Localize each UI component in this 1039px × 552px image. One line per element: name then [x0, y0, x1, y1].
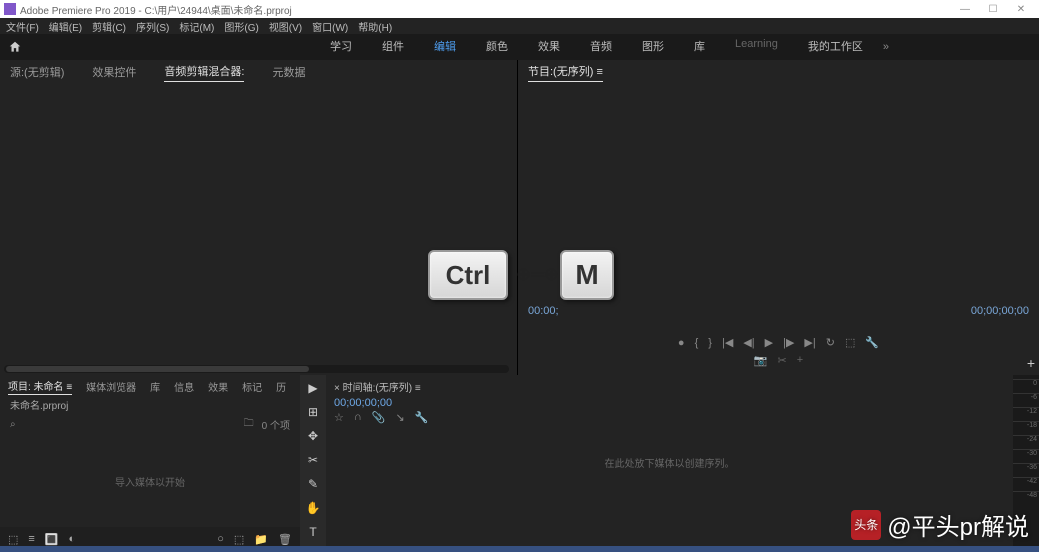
app-title: Adobe Premiere Pro 2019 - C:\用户\24944\桌面… [20, 2, 292, 17]
menu-graphics[interactable]: 图形(G) [224, 19, 258, 34]
maximize-button[interactable]: ☐ [979, 4, 1007, 15]
close-button[interactable]: ✕ [1007, 4, 1035, 15]
tab-timeline[interactable]: × 时间轴:(无序列) ≡ [334, 379, 421, 394]
step-fwd-button[interactable]: ▶| [804, 336, 815, 349]
tab-audio-mixer[interactable]: 音频剪辑混合器: [164, 63, 244, 82]
timeline-timecode[interactable]: 00;00;00;00 [326, 397, 1013, 409]
play-button[interactable]: ▶ [765, 336, 773, 349]
razor-tool-icon[interactable]: ✂ [308, 453, 318, 467]
comparison-icon[interactable]: ✂ [778, 354, 787, 367]
export-frame-icon[interactable]: 📷 [754, 354, 768, 367]
linked-selection-icon[interactable]: ∩ [354, 411, 362, 424]
find-icon[interactable]: ⬚ [234, 533, 244, 546]
source-panel: 源:(无剪辑) 效果控件 音频剪辑混合器: 元数据 [0, 60, 518, 375]
home-icon [8, 40, 22, 54]
status-bar [0, 546, 1039, 552]
tab-libraries[interactable]: 库 [150, 379, 160, 394]
workspace-bar: 学习 组件 编辑 颜色 效果 音频 图形 库 Learning 我的工作区 » [0, 34, 1039, 60]
menu-marker[interactable]: 标记(M) [179, 19, 214, 34]
marker-icon[interactable]: 📎 [372, 411, 386, 424]
mark-out-button[interactable]: { [695, 337, 699, 349]
mark-in-button[interactable]: ● [678, 337, 685, 349]
selection-tool-icon[interactable]: ▶ [308, 381, 317, 395]
window-titlebar: Adobe Premiere Pro 2019 - C:\用户\24944\桌面… [0, 0, 1039, 18]
project-panel: 项目: 未命名 ≡ 媒体浏览器 库 信息 效果 标记 历 未命名.prproj … [0, 375, 300, 551]
tab-markers[interactable]: 标记 [242, 379, 262, 394]
zoom-slider-icon[interactable]: ◐ [69, 533, 76, 545]
search-input[interactable] [24, 419, 236, 430]
go-in-button[interactable]: } [708, 337, 712, 349]
prev-frame-button[interactable]: ◀| [743, 336, 754, 349]
tab-info[interactable]: 信息 [174, 379, 194, 394]
tab-project[interactable]: 项目: 未命名 ≡ [8, 378, 72, 395]
transport-controls: ● { } |◀ ◀| ▶ |▶ ▶| ↻ ⬚ 🔧 [678, 336, 879, 349]
tab-effect-controls[interactable]: 效果控件 [92, 64, 136, 80]
search-icon: ⌕ [10, 419, 16, 430]
timeline-drop-zone[interactable]: 在此处放下媒体以创建序列。 [326, 455, 1013, 470]
program-timecode-in: 00:00; [528, 305, 559, 317]
ws-editing[interactable]: 编辑 [434, 32, 456, 62]
menu-sequence[interactable]: 序列(S) [136, 19, 169, 34]
horizontal-scrollbar[interactable] [4, 365, 509, 373]
minimize-button[interactable]: — [951, 4, 979, 15]
ws-graphics[interactable]: 图形 [642, 32, 664, 62]
pen-tool-icon[interactable]: ✎ [308, 477, 318, 491]
home-button[interactable] [0, 34, 30, 60]
program-panel: 节目:(无序列) ≡ 00:00; 00;00;00;00 ● { } |◀ ◀… [518, 60, 1039, 375]
settings-button[interactable]: 🔧 [865, 336, 879, 349]
watermark: 头条 @平头pr解说 [851, 507, 1029, 542]
step-back-button[interactable]: |◀ [722, 336, 733, 349]
list-view-icon[interactable]: ⬚ [8, 533, 18, 546]
ws-mine[interactable]: 我的工作区 [808, 32, 863, 62]
tab-program[interactable]: 节目:(无序列) ≡ [528, 63, 603, 82]
app-icon [4, 3, 16, 15]
ripple-tool-icon[interactable]: ✥ [308, 429, 318, 443]
ws-learning[interactable]: Learning [735, 32, 778, 62]
key-m: M [560, 250, 614, 300]
track-select-tool-icon[interactable]: ⊞ [308, 405, 318, 419]
next-frame-button[interactable]: |▶ [783, 336, 794, 349]
menu-clip[interactable]: 剪辑(C) [92, 19, 126, 34]
program-timecode-out: 00;00;00;00 [971, 305, 1029, 317]
watermark-logo-icon: 头条 [851, 510, 881, 540]
tab-media-browser[interactable]: 媒体浏览器 [86, 379, 136, 394]
menu-edit[interactable]: 编辑(E) [49, 19, 82, 34]
workspace-overflow-icon[interactable]: » [883, 41, 889, 53]
project-filename: 未命名.prproj [10, 401, 68, 412]
auto-sequence-icon[interactable]: ○ [217, 533, 224, 545]
safe-margins-button[interactable]: ⬚ [845, 336, 855, 349]
add-panel-button[interactable]: + [1027, 355, 1035, 371]
wrench-icon[interactable]: 🔧 [415, 411, 429, 424]
folder-icon[interactable]: 🗀 [244, 416, 254, 433]
ws-effects[interactable]: 效果 [538, 32, 560, 62]
menu-view[interactable]: 视图(V) [269, 19, 302, 34]
watermark-text: @平头pr解说 [887, 507, 1029, 542]
hand-tool-icon[interactable]: ✋ [306, 501, 321, 515]
tab-history[interactable]: 历 [276, 379, 286, 394]
plus-icon: ⊕═⊕ [516, 264, 559, 285]
menu-file[interactable]: 文件(F) [6, 19, 39, 34]
trash-icon[interactable]: 🗑 [278, 533, 292, 546]
ws-color[interactable]: 颜色 [486, 32, 508, 62]
type-tool-icon[interactable]: T [309, 525, 316, 539]
button-editor-icon[interactable]: + [797, 354, 803, 367]
export-controls: 📷 ✂ + [754, 354, 803, 367]
key-ctrl: Ctrl [428, 250, 508, 300]
freeform-view-icon[interactable]: 🔳 [45, 533, 59, 546]
ws-assembly[interactable]: 组件 [382, 32, 404, 62]
ws-audio[interactable]: 音频 [590, 32, 612, 62]
ws-learn[interactable]: 学习 [330, 32, 352, 62]
tools-panel: ▶ ⊞ ✥ ✂ ✎ ✋ T [300, 375, 326, 551]
settings-icon[interactable]: ↘ [395, 411, 404, 424]
loop-button[interactable]: ↻ [826, 336, 835, 349]
tab-metadata[interactable]: 元数据 [272, 64, 305, 80]
ws-libraries[interactable]: 库 [694, 32, 705, 62]
item-count: 0 个项 [262, 417, 290, 432]
tab-effects[interactable]: 效果 [208, 379, 228, 394]
new-bin-icon[interactable]: 📁 [254, 533, 268, 546]
project-drop-zone[interactable]: 导入媒体以开始 [0, 435, 300, 527]
icon-view-icon[interactable]: ≡ [28, 533, 34, 545]
snap-icon[interactable]: ☆ [334, 411, 344, 424]
tab-source[interactable]: 源:(无剪辑) [10, 64, 64, 80]
